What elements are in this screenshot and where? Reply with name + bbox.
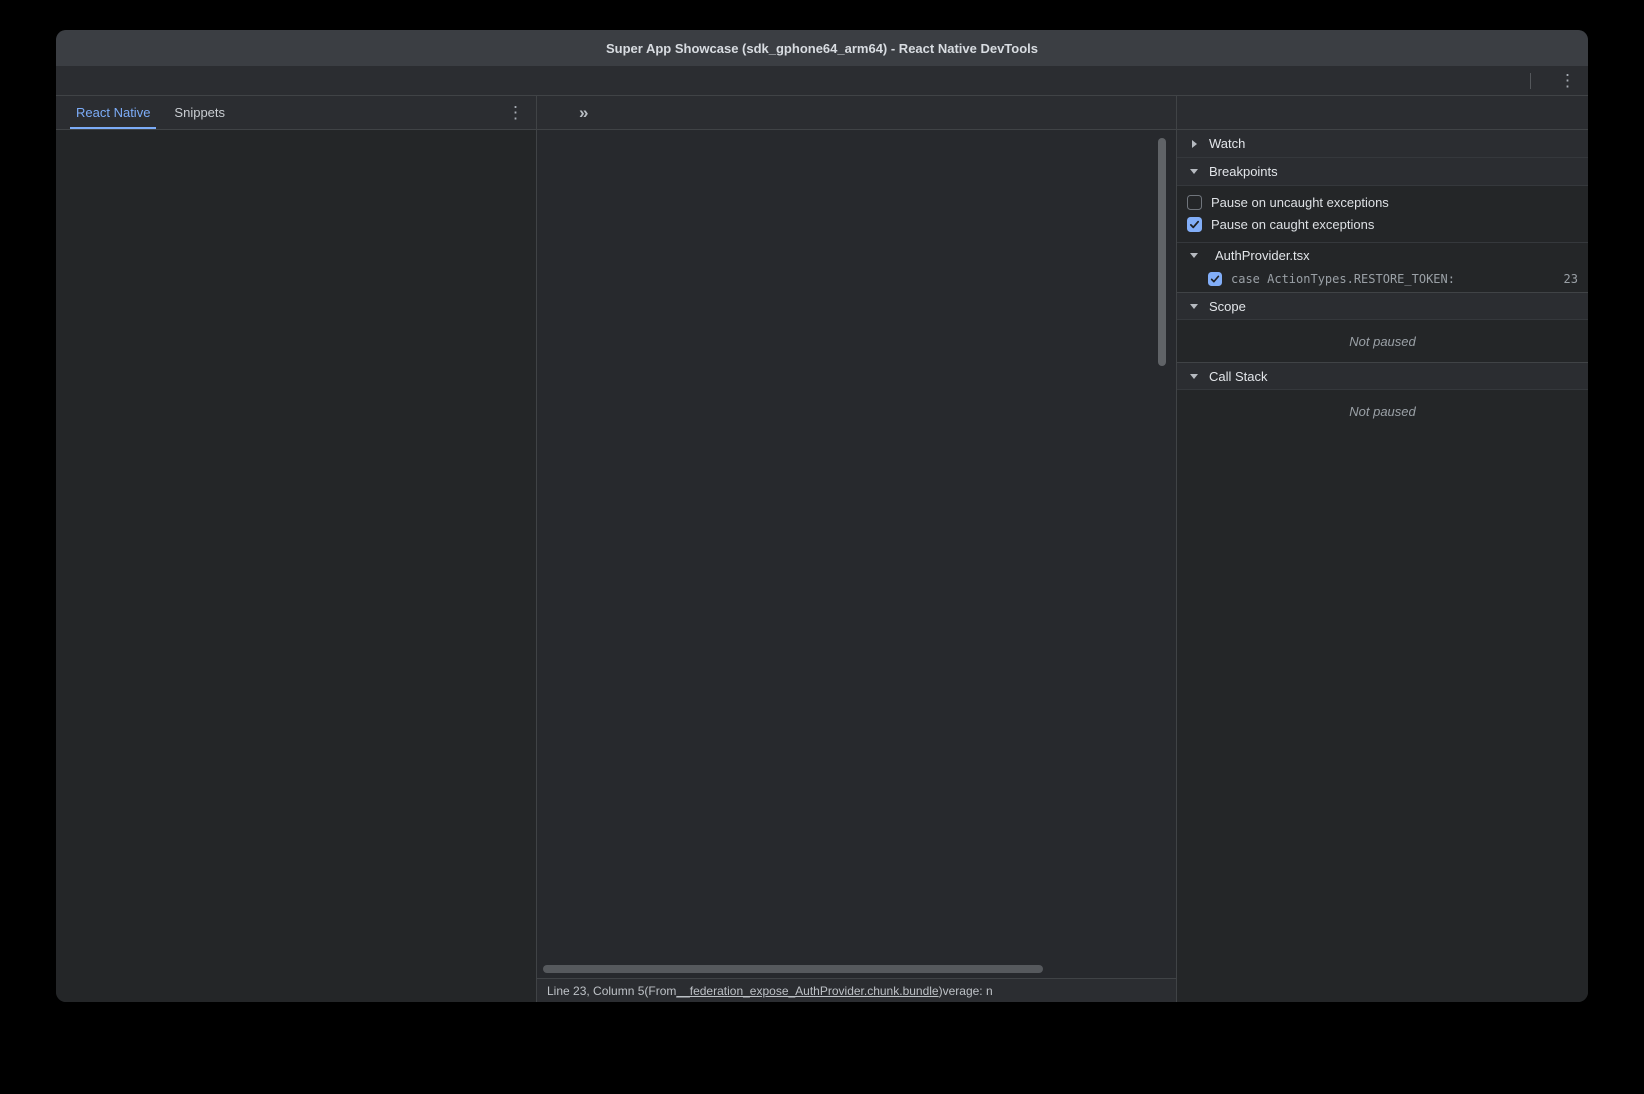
call-stack-not-paused: Not paused	[1177, 390, 1588, 432]
checkbox-label: Pause on caught exceptions	[1211, 217, 1374, 232]
checkbox-unchecked[interactable]	[1187, 195, 1202, 210]
checkbox-checked[interactable]	[1187, 217, 1202, 232]
breakpoint-entry[interactable]: case ActionTypes.RESTORE_TOKEN: 23	[1177, 268, 1588, 292]
file-tree	[56, 130, 536, 1002]
coverage-text: verage: n	[943, 984, 993, 998]
breakpoint-code: case ActionTypes.RESTORE_TOKEN:	[1231, 272, 1555, 286]
source-origin: (From	[644, 984, 676, 998]
source-bundle-link[interactable]: __federation_expose_AuthProvider.chunk.b…	[676, 984, 938, 998]
title-bar: Super App Showcase (sdk_gphone64_arm64) …	[56, 30, 1588, 66]
section-call-stack[interactable]: Call Stack	[1177, 362, 1588, 390]
navigator-panel: React Native Snippets ⋮	[56, 96, 537, 1002]
breakpoints-body: Pause on uncaught exceptions Pause on ca…	[1177, 186, 1588, 242]
section-label: Call Stack	[1209, 369, 1268, 384]
chevron-down-icon	[1190, 374, 1198, 379]
chevron-down-icon	[1190, 253, 1198, 258]
breakpoint-file-name: AuthProvider.tsx	[1215, 248, 1310, 263]
section-label: Scope	[1209, 299, 1246, 314]
checkbox-checked[interactable]	[1208, 272, 1222, 286]
debugger-toolbar	[1177, 96, 1588, 130]
navigator-header: React Native Snippets ⋮	[56, 96, 536, 130]
more-tabs-icon[interactable]: »	[579, 103, 588, 123]
chevron-right-icon	[1192, 140, 1197, 148]
divider	[1530, 73, 1531, 89]
tab-react-native[interactable]: React Native	[70, 96, 156, 129]
window-controls	[72, 42, 124, 54]
cursor-position: Line 23, Column 5	[547, 984, 644, 998]
pause-uncaught-row[interactable]: Pause on uncaught exceptions	[1177, 191, 1588, 213]
section-label: Breakpoints	[1209, 164, 1278, 179]
code-editor	[537, 130, 1176, 978]
tab-snippets[interactable]: Snippets	[168, 96, 231, 129]
debugger-sidebar: Watch Breakpoints Pause on uncaught exce…	[1177, 96, 1588, 1002]
navigator-more-icon[interactable]: ⋮	[507, 96, 524, 129]
editor-panel: » Line 23, Column 5 (From __federation_e…	[537, 96, 1177, 1002]
chevron-down-icon	[1190, 304, 1198, 309]
breakpoint-file-group[interactable]: AuthProvider.tsx	[1177, 242, 1588, 268]
minimize-window-button[interactable]	[92, 42, 104, 54]
editor-status-bar: Line 23, Column 5 (From __federation_exp…	[537, 978, 1176, 1002]
section-label: Watch	[1209, 136, 1245, 151]
section-breakpoints[interactable]: Breakpoints	[1177, 158, 1588, 186]
scope-not-paused: Not paused	[1177, 320, 1588, 362]
zoom-window-button[interactable]	[112, 42, 124, 54]
pause-caught-row[interactable]: Pause on caught exceptions	[1177, 213, 1588, 235]
chevron-down-icon	[1190, 169, 1198, 174]
editor-tab-strip: »	[537, 96, 1176, 130]
section-scope[interactable]: Scope	[1177, 292, 1588, 320]
devtools-window: Super App Showcase (sdk_gphone64_arm64) …	[56, 30, 1588, 1002]
breakpoint-line-number: 23	[1564, 272, 1578, 286]
checkbox-label: Pause on uncaught exceptions	[1211, 195, 1389, 210]
vertical-scrollbar[interactable]	[1158, 138, 1166, 366]
close-window-button[interactable]	[72, 42, 84, 54]
main-tab-bar: ⋮	[56, 66, 1588, 96]
section-watch[interactable]: Watch	[1177, 130, 1588, 158]
horizontal-scrollbar[interactable]	[543, 965, 1043, 973]
window-title: Super App Showcase (sdk_gphone64_arm64) …	[606, 41, 1038, 56]
more-icon[interactable]: ⋮	[1559, 72, 1576, 89]
